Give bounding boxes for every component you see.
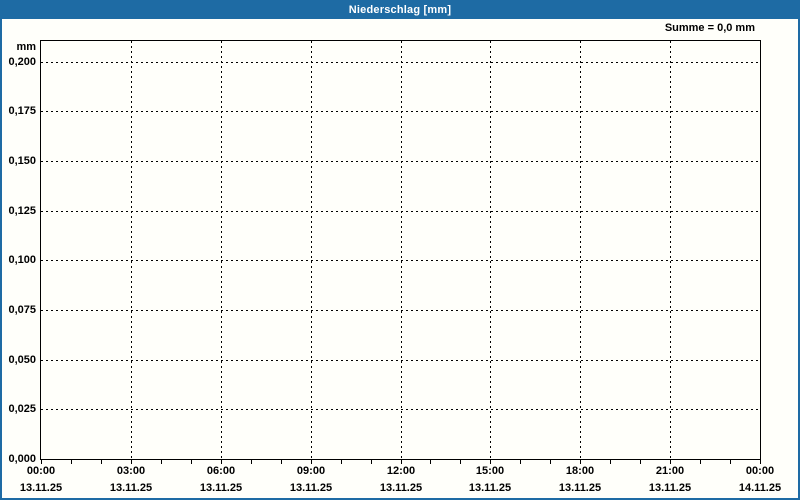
x-axis-tick	[371, 460, 372, 464]
x-gridline	[131, 41, 132, 459]
x-tick-date-label: 13.11.25	[199, 482, 243, 494]
x-gridline	[221, 41, 222, 459]
y-tick-label: 0,050	[8, 354, 36, 366]
x-axis-tick	[101, 460, 102, 464]
x-axis-tick	[460, 460, 461, 464]
x-axis-tick	[341, 460, 342, 464]
x-tick-date-label: 13.11.25	[109, 482, 153, 494]
sum-annotation: Summe = 0,0 mm	[664, 22, 755, 34]
x-tick-time-label: 06:00	[206, 465, 236, 477]
chart-title: Niederschlag [mm]	[348, 3, 452, 16]
x-gridline	[580, 41, 581, 459]
y-tick-label: 0,100	[8, 254, 36, 266]
x-tick-time-label: 15:00	[475, 465, 505, 477]
x-axis-tick	[401, 460, 402, 464]
x-tick-date-label: 13.11.25	[289, 482, 333, 494]
x-axis-tick	[281, 460, 282, 464]
y-tick-label: 0,150	[8, 155, 36, 167]
x-axis-tick	[730, 460, 731, 464]
x-tick-time-label: 09:00	[296, 465, 326, 477]
y-tick-label: 0,175	[8, 105, 36, 117]
x-axis-tick	[251, 460, 252, 464]
x-axis-tick	[221, 460, 222, 464]
x-tick-date-label: 13.11.25	[468, 482, 512, 494]
y-axis-unit-label: mm	[16, 41, 36, 53]
x-gridline	[670, 41, 671, 459]
y-tick-label: 0,075	[8, 304, 36, 316]
x-axis-tick	[191, 460, 192, 464]
chart-window: Niederschlag [mm] Summe = 0,0 mm mm 0,00…	[0, 0, 800, 500]
x-tick-time-label: 21:00	[655, 465, 685, 477]
title-bar: Niederschlag [mm]	[0, 0, 800, 19]
x-axis-tick	[610, 460, 611, 464]
x-axis-tick	[760, 460, 761, 464]
x-axis-tick	[490, 460, 491, 464]
x-axis-tick	[41, 460, 42, 464]
x-gridline	[490, 41, 491, 459]
x-axis-tick	[700, 460, 701, 464]
x-tick-date-label: 14.11.25	[738, 482, 782, 494]
x-tick-date-label: 13.11.25	[558, 482, 602, 494]
x-tick-time-label: 12:00	[386, 465, 416, 477]
x-axis-tick	[550, 460, 551, 464]
x-axis-tick	[640, 460, 641, 464]
x-axis-tick	[580, 460, 581, 464]
plot-area	[40, 40, 761, 460]
x-axis-tick	[131, 460, 132, 464]
x-axis-tick	[670, 460, 671, 464]
x-axis-tick	[520, 460, 521, 464]
x-gridline	[401, 41, 402, 459]
x-axis-tick	[430, 460, 431, 464]
x-tick-date-label: 13.11.25	[379, 482, 423, 494]
x-tick-time-label: 18:00	[565, 465, 595, 477]
x-axis-tick	[161, 460, 162, 464]
y-tick-label: 0,000	[8, 453, 36, 465]
x-axis-tick	[311, 460, 312, 464]
y-tick-label: 0,025	[8, 403, 36, 415]
x-tick-date-label: 13.11.25	[648, 482, 692, 494]
x-tick-date-label: 13.11.25	[19, 482, 63, 494]
y-tick-label: 0,200	[8, 56, 36, 68]
x-tick-time-label: 03:00	[116, 465, 146, 477]
x-tick-time-label: 00:00	[26, 465, 56, 477]
x-gridline	[311, 41, 312, 459]
y-tick-label: 0,125	[8, 205, 36, 217]
x-axis-tick	[71, 460, 72, 464]
x-tick-time-label: 00:00	[745, 465, 775, 477]
